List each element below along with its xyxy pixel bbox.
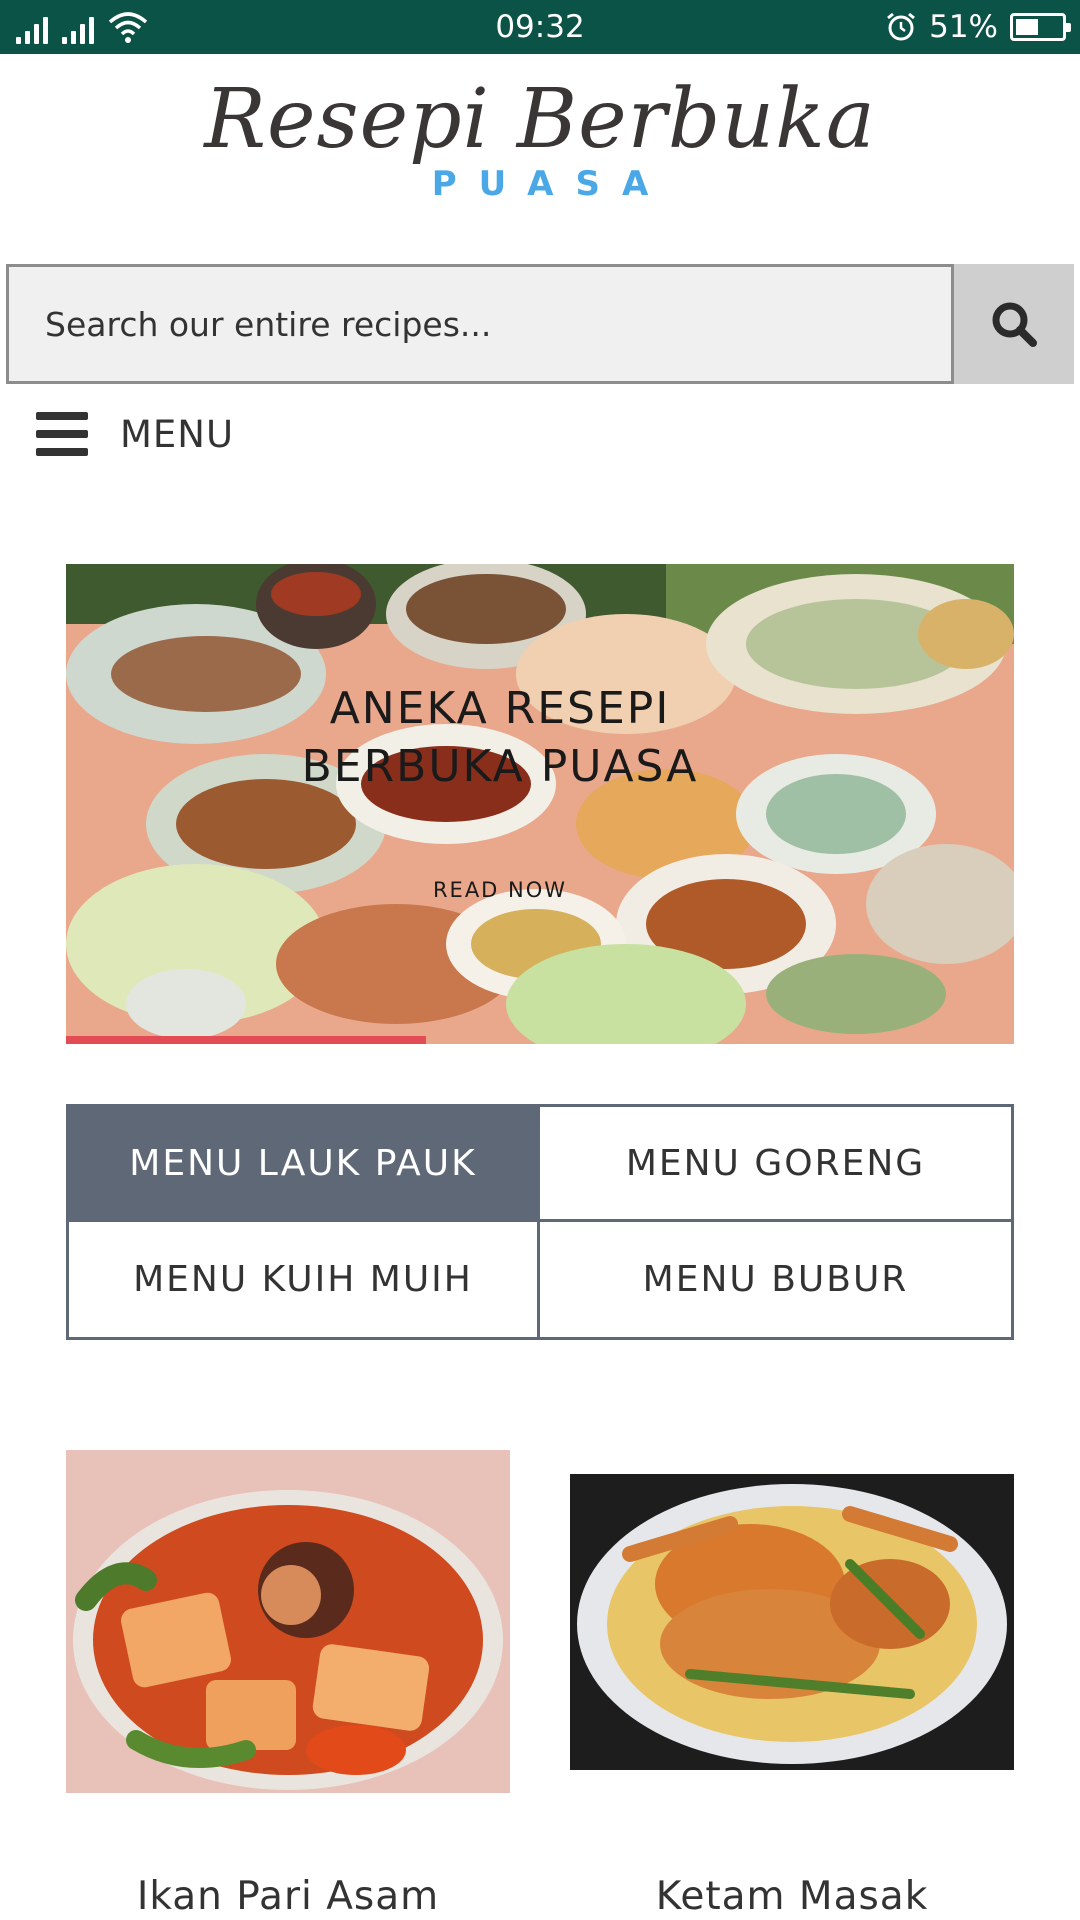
category-lauk-pauk[interactable]: MENU LAUK PAUK [69,1107,540,1222]
hero-title: ANEKA RESEPI BERBUKA PUASA [66,680,934,796]
battery-level [1016,19,1038,35]
search-input[interactable] [6,264,954,384]
slider-progress-fill [66,1036,427,1044]
hero-food-image [66,564,1014,1044]
search-button[interactable] [954,264,1074,384]
menu-toggle[interactable]: MENU [36,404,234,464]
logo-subtitle: PUASA [431,164,671,204]
battery-icon [1010,13,1071,41]
recipe-title: Ketam Masak [655,1874,929,1919]
category-bubur[interactable]: MENU BUBUR [540,1222,1011,1337]
category-kuih-muih[interactable]: MENU KUIH MUIH [69,1222,540,1337]
recipe-title: Ikan Pari Asam [136,1874,440,1919]
recipe-image-ikan-pari-asam [66,1450,510,1793]
search-bar [6,264,1074,384]
read-now-link[interactable]: READ NOW [66,878,934,902]
hamburger-icon [36,412,88,456]
slider-progress [66,1036,1014,1044]
recipe-image-ketam-masak [570,1474,1014,1770]
hero-slider[interactable]: ANEKA RESEPI BERBUKA PUASA READ NOW [66,564,1014,1044]
category-menu: MENU LAUK PAUK MENU GORENG MENU KUIH MUI… [66,1104,1014,1340]
menu-label: MENU [120,412,235,456]
status-bar: 09:32 51% [0,0,1080,54]
hero-title-line-2: BERBUKA PUASA [301,741,699,792]
hero-title-line-1: ANEKA RESEPI [329,683,671,734]
alarm-icon [887,12,916,41]
battery-percentage: 51% [929,9,998,45]
category-goreng[interactable]: MENU GORENG [540,1107,1011,1222]
logo-script-text: Resepi Berbuka [204,72,876,167]
status-right: 51% [885,8,1071,46]
recipe-card[interactable]: Ketam Masak [570,1474,1014,1920]
site-logo[interactable]: Resepi Berbuka PUASA [0,70,1080,240]
recipe-card[interactable]: Ikan Pari Asam [66,1450,510,1920]
search-icon [992,302,1037,347]
